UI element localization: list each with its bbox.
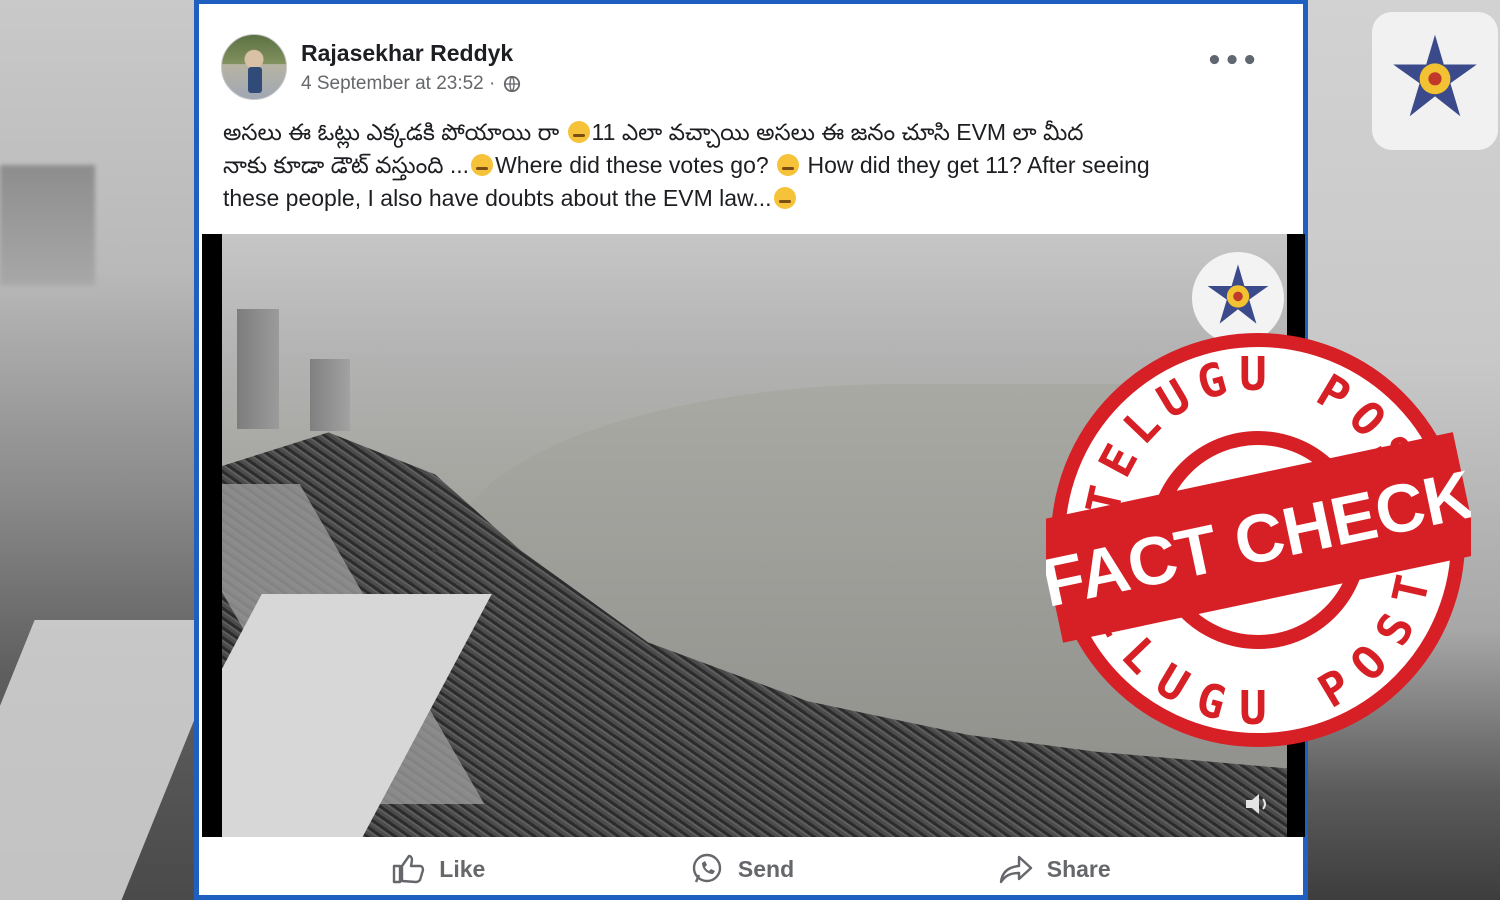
post-actions-bar: Like Send Share xyxy=(199,839,1303,899)
share-icon xyxy=(999,855,1032,884)
background-left-blur xyxy=(0,0,200,900)
more-options-button[interactable]: ••• xyxy=(1206,48,1259,74)
rolling-eyes-emoji-icon xyxy=(567,121,590,143)
send-button[interactable]: Send xyxy=(690,852,794,886)
share-button[interactable]: Share xyxy=(999,853,1111,885)
post-text-line1: అసలు ఈ ఓట్లు ఎక్కడకి పోయాయి రా xyxy=(223,119,560,145)
volume-icon[interactable] xyxy=(1242,789,1272,825)
timestamp-row: 4 September at 23:52 · xyxy=(301,73,521,95)
fact-check-stamp: TELUGU POST TELUGU POST FACT CHECK xyxy=(1036,330,1480,750)
send-label: Send xyxy=(737,855,795,882)
building xyxy=(310,359,350,431)
post-meta: Rajasekhar Reddyk 4 September at 23:52 · xyxy=(301,40,521,95)
thinking-emoji-icon xyxy=(471,154,494,176)
post-text-line1b: 11 ఎలా వచ్చాయి అసలు ఈ జనం చూసి EVM లా మీ… xyxy=(591,119,1084,145)
post-text-line2b: Where did these votes go? xyxy=(495,152,769,178)
like-button[interactable]: Like xyxy=(391,853,485,885)
post-text-line3: these people, I also have doubts about t… xyxy=(223,185,772,211)
thinking-emoji-icon xyxy=(773,187,796,209)
like-label: Like xyxy=(439,855,486,882)
thumbs-up-icon xyxy=(393,854,425,884)
globe-icon xyxy=(504,75,521,92)
author-name[interactable]: Rajasekhar Reddyk xyxy=(301,40,521,67)
share-label: Share xyxy=(1046,855,1111,882)
post-header: Rajasekhar Reddyk 4 September at 23:52 · xyxy=(221,34,521,100)
police-emblem-icon xyxy=(1372,12,1498,150)
post-text-line2a: నాకు కూడా డౌట్ వస్తుంది ... xyxy=(223,152,470,178)
avatar[interactable] xyxy=(221,34,287,100)
post-text: అసలు ఈ ఓట్లు ఎక్కడకి పోయాయి రా 11 ఎలా వచ… xyxy=(223,116,1283,215)
rolling-eyes-emoji-icon xyxy=(777,154,800,176)
timestamp[interactable]: 4 September at 23:52 · xyxy=(301,73,495,95)
post-text-line2c: How did they get 11? After seeing xyxy=(807,152,1150,178)
building xyxy=(237,309,279,429)
whatsapp-icon xyxy=(692,853,722,883)
